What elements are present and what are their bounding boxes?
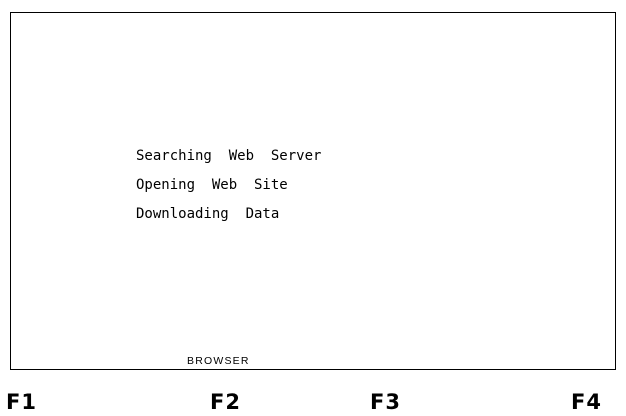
f1-key-button[interactable]: F1 [6,390,37,414]
status-line-downloading: Downloading Data [136,206,280,222]
f3-key-button[interactable]: F3 [370,390,401,414]
status-line-searching: Searching Web Server [136,148,322,164]
screen-mode-label: BROWSER [187,355,250,367]
display-screen: Searching Web Server Opening Web Site Do… [10,12,616,370]
f2-key-button[interactable]: F2 [210,390,241,414]
f4-key-button[interactable]: F4 [571,390,602,414]
status-line-opening: Opening Web Site [136,177,288,193]
status-message-list: Searching Web Server Opening Web Site Do… [136,147,321,234]
